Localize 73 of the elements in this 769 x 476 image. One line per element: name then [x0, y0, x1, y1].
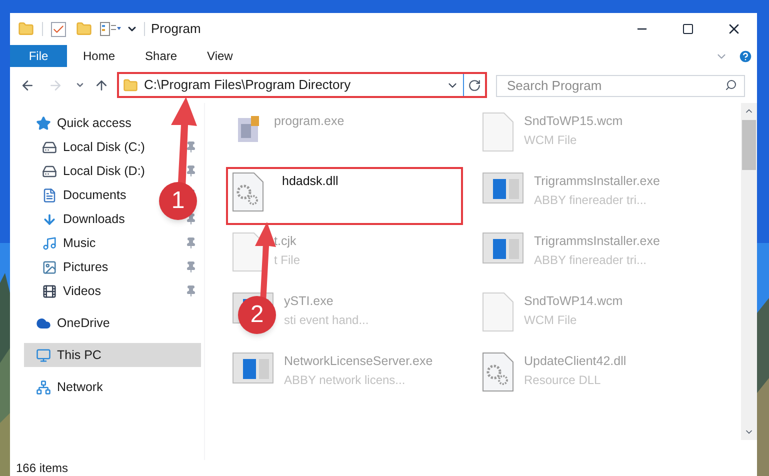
- drive-icon: [42, 140, 57, 154]
- address-bar[interactable]: C:\Program Files\Program Directory: [117, 72, 487, 98]
- file-type: WCM File: [524, 312, 578, 329]
- pin-icon[interactable]: [185, 165, 197, 177]
- file-name: ySTI.exe: [284, 293, 334, 310]
- download-icon: [42, 212, 57, 226]
- network-icon: [36, 380, 51, 394]
- checklist-icon[interactable]: [51, 22, 66, 36]
- sidebar-item[interactable]: Quick access: [57, 114, 132, 132]
- file-name: NetworkLicenseServer.exe: [284, 353, 433, 370]
- sidebar-item[interactable]: OneDrive: [57, 314, 110, 332]
- search-field[interactable]: Search Program: [496, 74, 745, 96]
- sidebar-item[interactable]: This PC: [24, 343, 201, 367]
- pin-icon[interactable]: [185, 237, 197, 249]
- sidebar-item[interactable]: Pictures: [63, 258, 108, 276]
- sidebar-item[interactable]: Videos: [63, 282, 101, 300]
- file-type: WCM File: [524, 132, 578, 149]
- file-name: UpdateClient42.dll: [524, 353, 626, 370]
- ribbon-tab[interactable]: Home: [69, 45, 130, 67]
- gear-file-icon: [232, 172, 264, 212]
- file-type: Resource DLL: [524, 372, 602, 389]
- cloud-icon: [36, 316, 51, 330]
- drive-icon: [42, 164, 57, 178]
- file-type: ABBY network licens...: [284, 372, 406, 389]
- scrollbar[interactable]: [741, 103, 757, 440]
- back-icon[interactable]: [20, 78, 35, 92]
- file-name: SndToWP14.wcm: [524, 293, 623, 310]
- file-name: TrigrammsInstaller.exe: [534, 233, 660, 250]
- film-icon: [42, 284, 57, 298]
- sidebar-item[interactable]: Local Disk (D:): [63, 162, 145, 180]
- window-title: Program: [151, 20, 201, 38]
- pin-icon[interactable]: [185, 141, 197, 153]
- sidebar-item[interactable]: Music: [63, 234, 96, 252]
- file-type: ABBY finereader tri...: [534, 252, 648, 269]
- blank-file-icon: [482, 292, 514, 332]
- maximize-icon: [682, 23, 694, 35]
- scroll-thumb[interactable]: [742, 120, 756, 170]
- window-icon: [482, 232, 524, 264]
- document-icon: [42, 188, 57, 202]
- ribbon-tab[interactable]: Share: [131, 45, 192, 67]
- pin-icon[interactable]: [185, 261, 197, 273]
- picture-icon: [42, 260, 57, 274]
- search-icon[interactable]: [725, 79, 737, 91]
- file-type: t File: [274, 252, 300, 269]
- blank-file-icon: [482, 112, 514, 152]
- monitor-icon: [36, 348, 51, 362]
- file-tab[interactable]: File: [10, 45, 67, 67]
- file-name: SndToWP15.wcm: [524, 113, 623, 130]
- music-note-icon: [42, 236, 57, 250]
- pin-icon[interactable]: [185, 285, 197, 297]
- recent-locations-icon[interactable]: [75, 80, 85, 90]
- window-icon: [232, 352, 274, 384]
- refresh-icon[interactable]: [468, 78, 481, 92]
- ribbon-tab[interactable]: View: [193, 45, 247, 67]
- gear-file-icon: [482, 352, 514, 392]
- help-icon[interactable]: [738, 48, 753, 64]
- file-name: hdadsk.dll: [282, 173, 338, 190]
- sidebar-item[interactable]: Network: [57, 378, 103, 396]
- window-icon: [482, 172, 524, 204]
- file-name: t.cjk: [274, 233, 298, 250]
- file-item[interactable]: hdadsk.dll: [226, 167, 463, 225]
- up-icon[interactable]: [94, 78, 109, 92]
- star-icon: [36, 116, 51, 130]
- address-path: C:\Program Files\Program Directory: [144, 76, 352, 94]
- blank-file-icon: [232, 232, 264, 272]
- file-type: sti event hand...: [284, 312, 369, 329]
- file-name: TrigrammsInstaller.exe: [534, 173, 660, 190]
- sidebar-item[interactable]: Documents: [63, 186, 126, 204]
- item-count: 166 items: [16, 460, 68, 476]
- sidebar-item[interactable]: Local Disk (C:): [63, 138, 145, 156]
- folder-icon: [123, 78, 138, 92]
- file-type: ABBY finereader tri...: [534, 192, 648, 209]
- sidebar-item[interactable]: Downloads: [63, 210, 125, 228]
